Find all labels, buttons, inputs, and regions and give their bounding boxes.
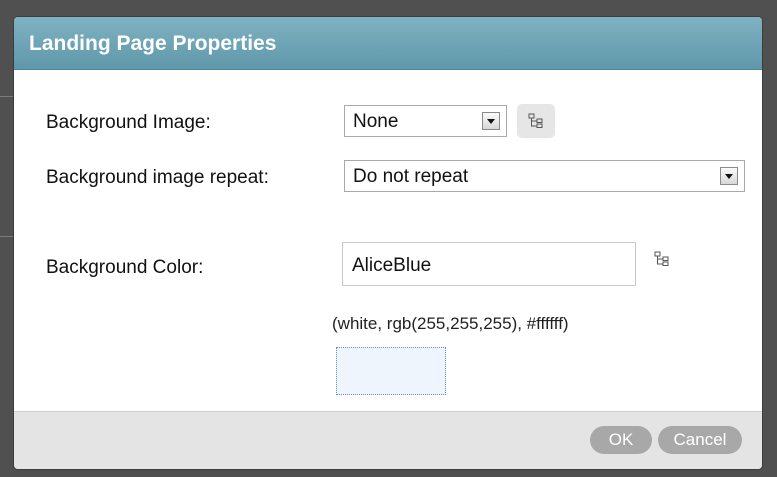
ok-button[interactable]: OK — [590, 426, 652, 454]
tree-icon — [528, 113, 543, 128]
background-image-select[interactable]: None — [344, 105, 507, 137]
tree-icon — [654, 251, 669, 266]
backdrop-divider — [0, 236, 14, 237]
dialog-footer: OK Cancel — [14, 411, 762, 469]
background-repeat-select[interactable]: Do not repeat — [344, 160, 745, 192]
landing-page-properties-dialog: Landing Page Properties Background Image… — [14, 17, 762, 469]
background-color-hint: (white, rgb(255,255,255), #ffffff) — [332, 314, 569, 333]
background-repeat-label: Background image repeat: — [46, 167, 269, 188]
background-color-picker-button[interactable] — [648, 245, 676, 273]
background-image-label: Background Image: — [46, 112, 211, 133]
dialog-title: Landing Page Properties — [29, 32, 277, 55]
background-repeat-value: Do not repeat — [353, 166, 469, 187]
background-image-browse-button[interactable] — [517, 104, 555, 138]
background-color-label: Background Color: — [46, 257, 204, 278]
chevron-down-icon[interactable] — [720, 167, 738, 185]
dialog-titlebar[interactable]: Landing Page Properties — [14, 17, 762, 70]
background-color-value: AliceBlue — [352, 255, 432, 276]
dialog-content: Background Image: None Background image … — [14, 70, 762, 413]
background-color-input[interactable]: AliceBlue — [342, 242, 636, 286]
background-color-swatch — [336, 347, 446, 395]
backdrop-divider — [0, 96, 14, 97]
chevron-down-icon[interactable] — [482, 112, 500, 130]
background-image-value: None — [353, 111, 399, 132]
cancel-button[interactable]: Cancel — [658, 426, 742, 454]
